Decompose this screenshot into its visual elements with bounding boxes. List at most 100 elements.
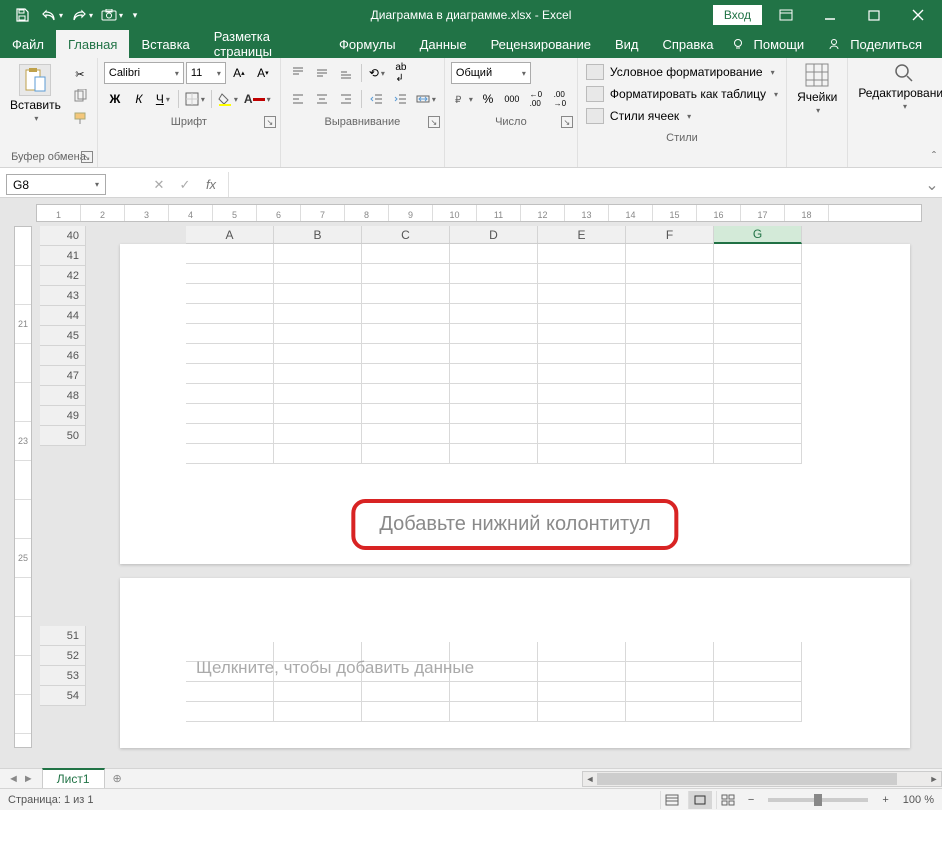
row-header-44[interactable]: 44	[40, 306, 86, 326]
cell[interactable]	[362, 304, 450, 324]
cell[interactable]	[186, 364, 274, 384]
cell[interactable]	[714, 404, 802, 424]
scroll-left-icon[interactable]: ◄	[583, 772, 597, 786]
row-header-46[interactable]: 46	[40, 346, 86, 366]
fill-color-icon[interactable]: ▾	[216, 88, 240, 110]
tab-data[interactable]: Данные	[408, 30, 479, 58]
italic-button[interactable]: К	[128, 88, 150, 110]
cell[interactable]	[538, 662, 626, 682]
format-as-table[interactable]: Форматировать как таблицу▾	[586, 84, 778, 104]
cell[interactable]	[626, 324, 714, 344]
login-button[interactable]: Вход	[713, 5, 762, 25]
row-header-53[interactable]: 53	[40, 666, 86, 686]
cell[interactable]	[362, 444, 450, 464]
font-name-select[interactable]: Calibri▾	[104, 62, 184, 84]
number-launcher-icon[interactable]: ↘	[561, 116, 573, 128]
cell[interactable]	[362, 324, 450, 344]
column-header-D[interactable]: D	[450, 226, 538, 244]
wrap-text-icon[interactable]: ab↲	[390, 62, 412, 84]
decrease-decimal-icon[interactable]: .00→0	[549, 88, 571, 110]
cell[interactable]	[362, 364, 450, 384]
cell[interactable]	[362, 384, 450, 404]
number-format-select[interactable]: Общий▾	[451, 62, 531, 84]
cell[interactable]	[626, 384, 714, 404]
zoom-level[interactable]: 100 %	[897, 794, 934, 806]
cell[interactable]	[186, 244, 274, 264]
cell[interactable]	[274, 244, 362, 264]
cell[interactable]	[362, 264, 450, 284]
cell[interactable]	[714, 642, 802, 662]
align-center-icon[interactable]	[311, 88, 333, 110]
cell[interactable]	[450, 424, 538, 444]
decrease-font-icon[interactable]: A▾	[252, 62, 274, 84]
cell[interactable]	[626, 444, 714, 464]
column-header-C[interactable]: C	[362, 226, 450, 244]
cell[interactable]	[538, 424, 626, 444]
cell[interactable]	[186, 264, 274, 284]
cell[interactable]	[538, 244, 626, 264]
row-header-52[interactable]: 52	[40, 646, 86, 666]
cell[interactable]	[714, 264, 802, 284]
cell[interactable]	[714, 682, 802, 702]
cell[interactable]	[714, 344, 802, 364]
cell[interactable]	[626, 364, 714, 384]
cell[interactable]	[274, 424, 362, 444]
font-size-select[interactable]: 11▾	[186, 62, 226, 84]
editing-button[interactable]: Редактирование ▾	[848, 58, 942, 115]
cell[interactable]	[186, 404, 274, 424]
cell[interactable]	[450, 324, 538, 344]
cell[interactable]	[450, 284, 538, 304]
sheet-nav-prev-icon[interactable]: ◄	[8, 773, 19, 785]
cell[interactable]	[450, 244, 538, 264]
cell[interactable]	[274, 702, 362, 722]
row-header-40[interactable]: 40	[40, 226, 86, 246]
font-color-icon[interactable]: A▾	[242, 88, 273, 110]
cell[interactable]	[186, 682, 274, 702]
page-break-view-icon[interactable]	[716, 791, 740, 809]
cell[interactable]	[274, 344, 362, 364]
normal-view-icon[interactable]	[660, 791, 684, 809]
bold-button[interactable]: Ж	[104, 88, 126, 110]
cell[interactable]	[714, 662, 802, 682]
cell[interactable]	[714, 304, 802, 324]
format-painter-icon[interactable]	[69, 108, 91, 128]
cell[interactable]	[186, 424, 274, 444]
cell[interactable]	[186, 384, 274, 404]
tab-formulas[interactable]: Формулы	[327, 30, 408, 58]
cell[interactable]	[714, 284, 802, 304]
cell[interactable]	[714, 244, 802, 264]
cell[interactable]	[626, 424, 714, 444]
close-icon[interactable]	[898, 0, 938, 30]
new-sheet-icon[interactable]: ⊕	[105, 772, 130, 785]
cell[interactable]	[626, 404, 714, 424]
underline-button[interactable]: Ч▾	[152, 88, 174, 110]
row-header-47[interactable]: 47	[40, 366, 86, 386]
cell[interactable]	[450, 364, 538, 384]
cell[interactable]	[450, 702, 538, 722]
cell[interactable]	[538, 364, 626, 384]
ribbon-display-options-icon[interactable]	[766, 0, 806, 30]
cell[interactable]	[450, 444, 538, 464]
cell[interactable]	[274, 384, 362, 404]
row-header-41[interactable]: 41	[40, 246, 86, 266]
cell[interactable]	[538, 642, 626, 662]
alignment-launcher-icon[interactable]: ↘	[428, 116, 440, 128]
cell[interactable]	[274, 682, 362, 702]
cell[interactable]	[626, 662, 714, 682]
expand-formula-bar-icon[interactable]: ⌄	[922, 172, 942, 197]
zoom-slider[interactable]	[768, 798, 868, 802]
add-footer-placeholder[interactable]: Добавьте нижний колонтитул	[351, 499, 678, 550]
cell[interactable]	[274, 304, 362, 324]
cell[interactable]	[714, 424, 802, 444]
cell[interactable]	[362, 682, 450, 702]
increase-decimal-icon[interactable]: ←0.00	[525, 88, 547, 110]
cells-button[interactable]: Ячейки ▾	[787, 58, 847, 119]
cell[interactable]	[362, 404, 450, 424]
maximize-icon[interactable]	[854, 0, 894, 30]
row-header-49[interactable]: 49	[40, 406, 86, 426]
cell[interactable]	[538, 264, 626, 284]
cell[interactable]	[274, 324, 362, 344]
currency-icon[interactable]: ₽▾	[451, 88, 475, 110]
cell[interactable]	[538, 284, 626, 304]
conditional-formatting[interactable]: Условное форматирование▾	[586, 62, 778, 82]
